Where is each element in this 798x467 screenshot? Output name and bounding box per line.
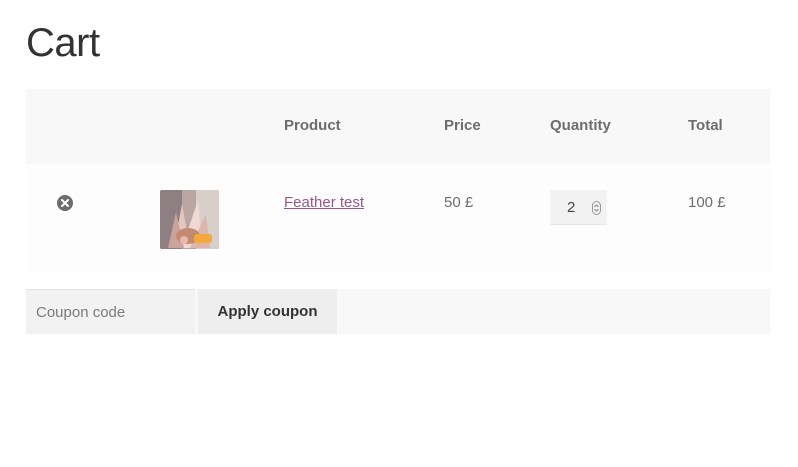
cart-table: Product Price Quantity Total Feather tes… [26,89,770,272]
coupon-code-input[interactable] [26,289,195,334]
feather-image [160,190,219,249]
table-header: Product Price Quantity Total [26,89,770,164]
row-total: 100 £ [688,194,726,211]
header-total: Total [688,117,723,134]
number-spinner-icon[interactable] [592,201,601,215]
header-quantity: Quantity [550,117,611,134]
header-price: Price [444,117,481,134]
remove-item-button[interactable] [57,195,73,211]
table-row: Feather test 50 £ 2 100 £ [26,164,770,272]
product-thumbnail[interactable] [160,190,219,249]
remove-circle-icon [61,199,69,207]
quantity-value[interactable]: 2 [567,199,575,216]
product-name-link[interactable]: Feather test [284,194,364,211]
apply-coupon-button[interactable]: Apply coupon [198,289,337,334]
page-title: Cart [26,21,100,65]
header-product: Product [284,117,341,134]
coupon-bar: Apply coupon [26,289,770,334]
product-price: 50 £ [444,194,474,211]
quantity-stepper[interactable]: 2 [550,190,607,225]
